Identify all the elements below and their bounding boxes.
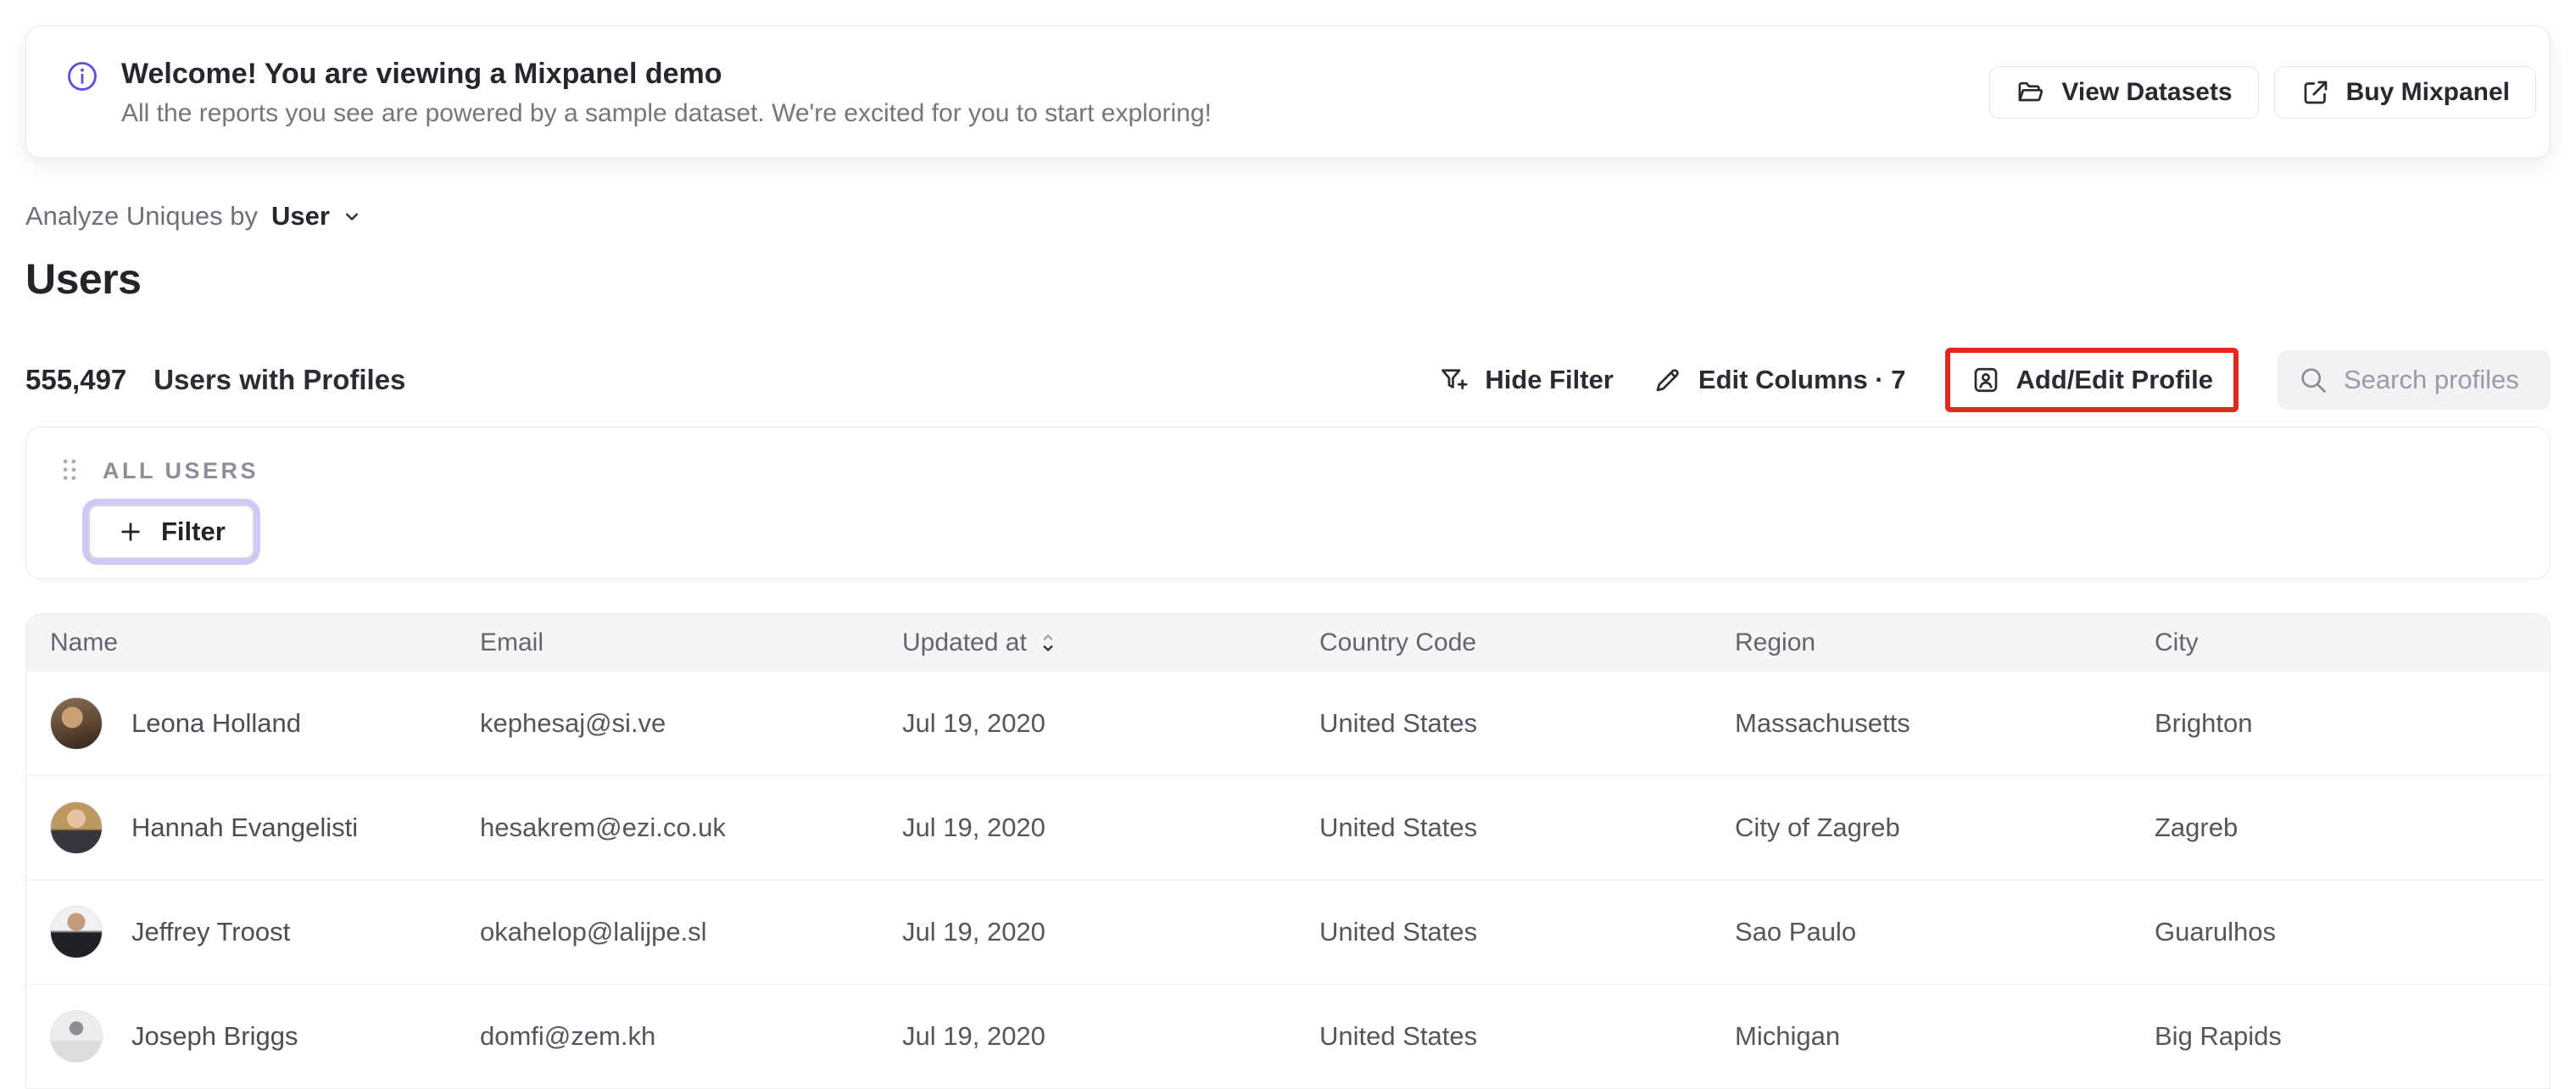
add-edit-profile-label: Add/Edit Profile: [2016, 365, 2214, 394]
user-email: okahelop@lalijpe.sl: [480, 917, 707, 947]
profile-count: 555,497: [25, 364, 127, 395]
analyze-by-dropdown[interactable]: User: [271, 201, 330, 232]
welcome-banner: Welcome! You are viewing a Mixpanel demo…: [25, 25, 2551, 159]
user-country: United States: [1319, 708, 1478, 738]
buy-mixpanel-label: Buy Mixpanel: [2345, 77, 2510, 106]
search-profiles-box[interactable]: [2278, 350, 2551, 410]
column-header-region[interactable]: Region: [1735, 628, 2155, 657]
user-country: United States: [1319, 917, 1478, 947]
user-city: Zagreb: [2155, 813, 2239, 842]
add-edit-profile-highlight: Add/Edit Profile: [1944, 348, 2239, 412]
profile-badge-icon: [1971, 365, 2001, 395]
folder-icon: [2016, 77, 2046, 108]
external-link-icon: [2300, 77, 2331, 108]
search-profiles-input[interactable]: [2344, 365, 2530, 395]
analyze-uniques-label: Analyze Uniques by: [25, 201, 258, 231]
user-region: City of Zagreb: [1735, 813, 1900, 842]
table-header-row: Name Email Updated at Country Code Regio…: [26, 614, 2550, 672]
users-table: Name Email Updated at Country Code Regio…: [25, 613, 2551, 1089]
updated-at-label: Updated at: [902, 628, 1027, 656]
column-header-email[interactable]: Email: [480, 628, 902, 657]
group-label: ALL USERS: [103, 457, 259, 483]
buy-mixpanel-button[interactable]: Buy Mixpanel: [2273, 65, 2536, 119]
table-row[interactable]: Hannah Evangelisti hesakrem@ezi.co.uk Ju…: [26, 776, 2550, 880]
filter-button-focus-ring: Filter: [82, 499, 260, 565]
hide-filter-button[interactable]: Hide Filter: [1439, 365, 1614, 395]
avatar: [50, 697, 103, 750]
user-region: Sao Paulo: [1735, 917, 1857, 947]
table-row[interactable]: Joseph Briggs domfi@zem.kh Jul 19, 2020 …: [26, 985, 2550, 1089]
user-updated-at: Jul 19, 2020: [902, 917, 1045, 947]
pencil-icon: [1653, 365, 1683, 395]
page-title: Users: [25, 255, 142, 303]
banner-subtitle: All the reports you see are powered by a…: [121, 99, 1212, 128]
table-row[interactable]: Jeffrey Troost okahelop@lalijpe.sl Jul 1…: [26, 880, 2550, 985]
user-email: kephesaj@si.ve: [480, 708, 666, 738]
search-icon: [2298, 365, 2328, 395]
info-icon: [65, 59, 99, 93]
user-name: Hannah Evangelisti: [131, 813, 359, 842]
column-header-name[interactable]: Name: [50, 628, 480, 657]
avatar: [50, 801, 103, 854]
view-datasets-button[interactable]: View Datasets: [1989, 65, 2259, 119]
user-name: Joseph Briggs: [131, 1021, 298, 1051]
plus-icon: [117, 518, 144, 545]
edit-columns-button[interactable]: Edit Columns · 7: [1653, 365, 1906, 395]
avatar: [50, 906, 103, 958]
user-name: Leona Holland: [131, 708, 301, 738]
user-city: Big Rapids: [2155, 1021, 2282, 1051]
table-row[interactable]: Leona Holland kephesaj@si.ve Jul 19, 202…: [26, 672, 2550, 776]
user-email: domfi@zem.kh: [480, 1021, 656, 1051]
user-updated-at: Jul 19, 2020: [902, 708, 1045, 738]
profile-count-label: Users with Profiles: [153, 364, 406, 395]
filter-button-label: Filter: [161, 517, 226, 546]
user-region: Michigan: [1735, 1021, 1841, 1051]
banner-title: Welcome! You are viewing a Mixpanel demo: [121, 57, 722, 90]
user-city: Guarulhos: [2155, 917, 2277, 947]
drag-handle-icon[interactable]: [57, 456, 82, 485]
user-city: Brighton: [2155, 708, 2253, 738]
hide-filter-label: Hide Filter: [1485, 365, 1614, 394]
column-header-city[interactable]: City: [2155, 628, 2550, 657]
column-header-updated-at[interactable]: Updated at: [902, 628, 1319, 657]
add-edit-profile-button[interactable]: Add/Edit Profile: [1971, 365, 2214, 395]
user-email: hesakrem@ezi.co.uk: [480, 813, 726, 842]
filter-panel: ALL USERS Filter: [25, 427, 2551, 579]
view-datasets-label: View Datasets: [2061, 77, 2233, 106]
avatar: [50, 1010, 103, 1063]
add-filter-button[interactable]: Filter: [88, 505, 254, 559]
user-country: United States: [1319, 1021, 1478, 1051]
user-name: Jeffrey Troost: [131, 917, 291, 947]
column-header-country-code[interactable]: Country Code: [1319, 628, 1735, 657]
user-updated-at: Jul 19, 2020: [902, 813, 1045, 842]
user-updated-at: Jul 19, 2020: [902, 1021, 1045, 1051]
filter-funnel-icon: [1439, 365, 1469, 395]
sort-icon[interactable]: [1037, 630, 1059, 656]
user-region: Massachusetts: [1735, 708, 1910, 738]
user-country: United States: [1319, 813, 1478, 842]
edit-columns-label: Edit Columns · 7: [1698, 365, 1906, 394]
chevron-down-icon[interactable]: [340, 204, 364, 228]
